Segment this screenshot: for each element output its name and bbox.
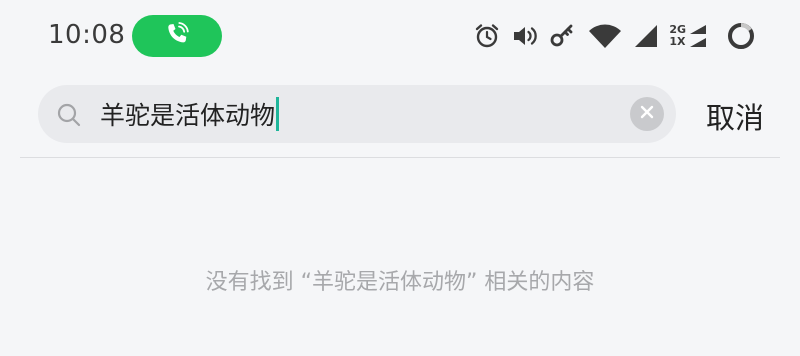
- signal-icon: [633, 22, 659, 50]
- search-input[interactable]: 羊驼是活体动物: [100, 85, 280, 143]
- alarm-icon: [473, 22, 501, 50]
- search-query: 羊驼是活体动物: [100, 101, 276, 130]
- status-bar: 10:08 2G 1X: [0, 0, 800, 72]
- close-icon: [639, 104, 655, 124]
- network-type: 2G 1X: [669, 24, 686, 48]
- ongoing-call-button[interactable]: [132, 15, 222, 57]
- volume-icon: [511, 22, 539, 50]
- key-icon: [549, 22, 577, 50]
- text-caret: [276, 97, 280, 131]
- cancel-button[interactable]: 取消: [706, 95, 764, 137]
- status-icons: 2G 1X: [473, 18, 756, 54]
- search-screen: 10:08 2G 1X 羊驼是活体动物 取消 没有找到 “羊驼是活体动物” 相关…: [0, 0, 800, 356]
- phone-call-icon: [164, 21, 190, 51]
- empty-results-message: 没有找到 “羊驼是活体动物” 相关的内容: [205, 270, 595, 295]
- clear-search-button[interactable]: [630, 97, 664, 131]
- divider: [20, 157, 780, 158]
- battery-ring-icon: [726, 21, 756, 51]
- wifi-icon: [587, 22, 623, 50]
- signal-2-icon: [688, 22, 708, 50]
- status-time: 10:08: [48, 20, 126, 50]
- search-icon: [56, 102, 82, 132]
- search-bar[interactable]: 羊驼是活体动物: [38, 85, 676, 143]
- network-type-bottom: 1X: [669, 35, 686, 48]
